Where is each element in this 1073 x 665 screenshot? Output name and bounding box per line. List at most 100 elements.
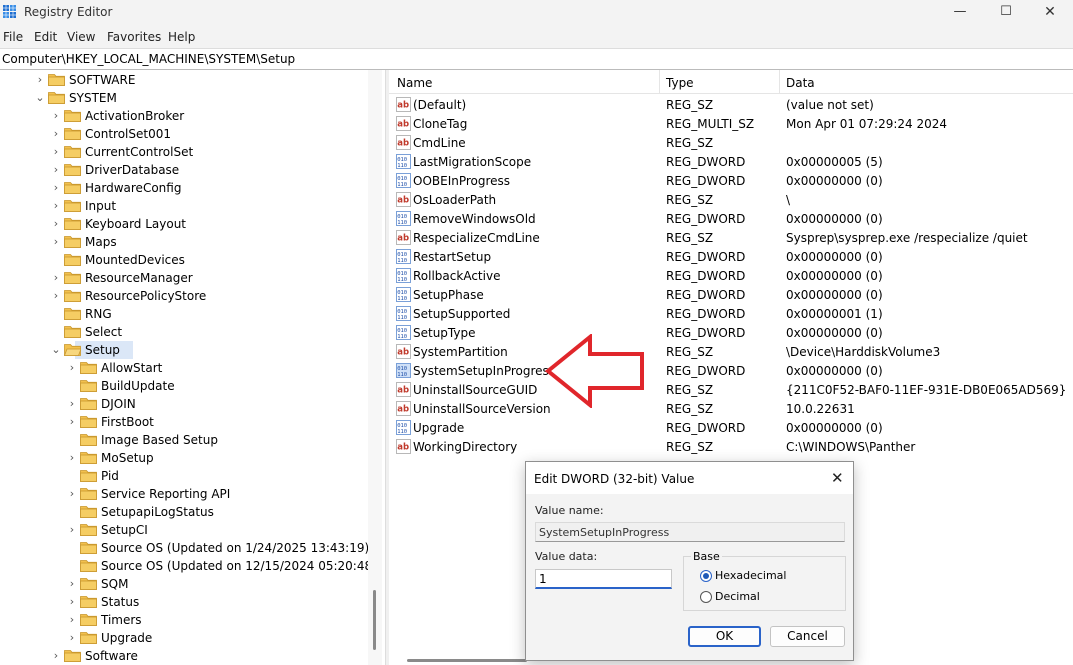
value-row[interactable]: 010 110 SetupType REG_DWORD 0x00000000 (0): [389, 323, 1073, 342]
tree-item[interactable]: › DriverDatabase: [0, 161, 365, 179]
cancel-button[interactable]: Cancel: [770, 626, 845, 647]
chevron-right-icon[interactable]: ›: [50, 199, 62, 213]
tree-item[interactable]: Select: [0, 323, 365, 341]
chevron-right-icon[interactable]: ›: [50, 649, 62, 663]
tree-item[interactable]: Image Based Setup: [0, 431, 365, 449]
tree-item[interactable]: › SQM: [0, 575, 365, 593]
menu-edit[interactable]: Edit: [34, 30, 57, 44]
value-row[interactable]: 010 110 SetupPhase REG_DWORD 0x00000000 (0): [389, 285, 1073, 304]
value-row[interactable]: ab CmdLine REG_SZ: [389, 133, 1073, 152]
column-header-data[interactable]: Data: [786, 76, 815, 90]
menu-file[interactable]: File: [3, 30, 23, 44]
chevron-right-icon[interactable]: ›: [66, 595, 78, 609]
tree-item[interactable]: BuildUpdate: [0, 377, 365, 395]
chevron-right-icon[interactable]: ›: [66, 397, 78, 411]
chevron-down-icon[interactable]: ⌄: [50, 343, 62, 357]
tree-item[interactable]: › Software: [0, 647, 365, 665]
tree-item[interactable]: Source OS (Updated on 1/24/2025 13:43:19…: [0, 539, 369, 557]
value-row[interactable]: ab SystemPartition REG_SZ \Device\HarddiskV…: [389, 342, 1073, 361]
value-row[interactable]: 010 110 RestartSetup REG_DWORD 0x00000000 (0…: [389, 247, 1073, 266]
tree-item[interactable]: › Maps: [0, 233, 365, 251]
value-row[interactable]: 010 110 LastMigrationScope REG_DWORD 0x00000…: [389, 152, 1073, 171]
ok-button[interactable]: OK: [688, 626, 761, 647]
tree-item[interactable]: SetupapiLogStatus: [0, 503, 365, 521]
chevron-right-icon[interactable]: ›: [66, 415, 78, 429]
chevron-down-icon[interactable]: ⌄: [34, 91, 46, 105]
chevron-right-icon[interactable]: [50, 253, 62, 267]
minimize-button[interactable]: —: [937, 0, 983, 26]
chevron-right-icon[interactable]: ›: [66, 577, 78, 591]
menu-help[interactable]: Help: [168, 30, 195, 44]
tree-scrollbar[interactable]: [368, 70, 382, 665]
maximize-button[interactable]: ☐: [983, 0, 1029, 26]
chevron-right-icon[interactable]: ›: [50, 127, 62, 141]
tree-item[interactable]: › ControlSet001: [0, 125, 365, 143]
tree-item[interactable]: RNG: [0, 305, 365, 323]
column-divider[interactable]: [779, 70, 780, 94]
chevron-right-icon[interactable]: ›: [50, 271, 62, 285]
chevron-right-icon[interactable]: [66, 541, 78, 555]
value-row[interactable]: ab WorkingDirectory REG_SZ C:\WINDOWS\Panth…: [389, 437, 1073, 456]
chevron-right-icon[interactable]: [50, 325, 62, 339]
value-row[interactable]: ab OsLoaderPath REG_SZ \: [389, 190, 1073, 209]
decimal-radio[interactable]: [700, 591, 712, 603]
value-row[interactable]: 010 110 SetupSupported REG_DWORD 0x00000001 …: [389, 304, 1073, 323]
column-header-name[interactable]: Name: [397, 76, 432, 90]
chevron-right-icon[interactable]: ›: [50, 109, 62, 123]
tree-item[interactable]: › MoSetup: [0, 449, 365, 467]
chevron-right-icon[interactable]: ›: [50, 235, 62, 249]
value-row[interactable]: ab (Default) REG_SZ (value not set): [389, 95, 1073, 114]
chevron-right-icon[interactable]: [66, 379, 78, 393]
tree-scrollbar-thumb[interactable]: [373, 590, 376, 650]
tree-item[interactable]: › HardwareConfig: [0, 179, 365, 197]
tree-item[interactable]: › FirstBoot: [0, 413, 365, 431]
tree-item[interactable]: › Status: [0, 593, 365, 611]
column-header-type[interactable]: Type: [666, 76, 694, 90]
value-row[interactable]: 010 110 Upgrade REG_DWORD 0x00000000 (0): [389, 418, 1073, 437]
tree-item[interactable]: › ResourcePolicyStore: [0, 287, 365, 305]
chevron-right-icon[interactable]: [66, 505, 78, 519]
tree-item[interactable]: › ResourceManager: [0, 269, 365, 287]
value-row[interactable]: 010 110 SystemSetupInProgress REG_DWORD 0x00…: [389, 361, 1073, 380]
chevron-right-icon[interactable]: ›: [66, 523, 78, 537]
tree-item[interactable]: Pid: [0, 467, 365, 485]
chevron-right-icon[interactable]: ›: [66, 613, 78, 627]
chevron-right-icon[interactable]: [50, 307, 62, 321]
tree-item[interactable]: › SOFTWARE: [0, 71, 365, 89]
value-data-input[interactable]: [535, 569, 672, 589]
chevron-right-icon[interactable]: ›: [50, 181, 62, 195]
tree-item[interactable]: › AllowStart: [0, 359, 365, 377]
value-row[interactable]: 010 110 OOBEInProgress REG_DWORD 0x00000000 …: [389, 171, 1073, 190]
value-row[interactable]: 010 110 RollbackActive REG_DWORD 0x00000000 …: [389, 266, 1073, 285]
registry-tree[interactable]: › SOFTWARE ⌄ SYSTEM › ActivationBroker › Contro…: [0, 70, 385, 665]
value-row[interactable]: 010 110 RemoveWindowsOld REG_DWORD 0x0000000…: [389, 209, 1073, 228]
chevron-right-icon[interactable]: ›: [66, 631, 78, 645]
decimal-label[interactable]: Decimal: [715, 590, 760, 603]
address-bar[interactable]: Computer\HKEY_LOCAL_MACHINE\SYSTEM\Setup: [0, 48, 1073, 70]
chevron-right-icon[interactable]: ›: [50, 145, 62, 159]
chevron-right-icon[interactable]: ›: [50, 289, 62, 303]
tree-item[interactable]: › ActivationBroker: [0, 107, 365, 125]
chevron-right-icon[interactable]: ›: [50, 217, 62, 231]
tree-item[interactable]: ⌄ Setup: [0, 341, 365, 359]
tree-item[interactable]: Source OS (Updated on 12/15/2024 05:20:4…: [0, 557, 377, 575]
tree-item[interactable]: › SetupCI: [0, 521, 365, 539]
dialog-close-button[interactable]: ✕: [831, 469, 844, 487]
chevron-right-icon[interactable]: [66, 433, 78, 447]
hexadecimal-radio[interactable]: [700, 570, 712, 582]
chevron-right-icon[interactable]: ›: [34, 73, 46, 87]
chevron-right-icon[interactable]: [66, 559, 78, 573]
value-row[interactable]: ab UninstallSourceGUID REG_SZ {211C0F52-BAF…: [389, 380, 1073, 399]
column-divider[interactable]: [659, 70, 660, 94]
value-row[interactable]: ab RespecializeCmdLine REG_SZ Sysprep\syspr…: [389, 228, 1073, 247]
menu-favorites[interactable]: Favorites: [107, 30, 161, 44]
chevron-right-icon[interactable]: ›: [66, 451, 78, 465]
chevron-right-icon[interactable]: ›: [50, 163, 62, 177]
value-row[interactable]: ab CloneTag REG_MULTI_SZ Mon Apr 01 07:29:2…: [389, 114, 1073, 133]
tree-item[interactable]: › DJOIN: [0, 395, 365, 413]
chevron-right-icon[interactable]: ›: [66, 487, 78, 501]
tree-item[interactable]: MountedDevices: [0, 251, 365, 269]
tree-item[interactable]: › Keyboard Layout: [0, 215, 365, 233]
tree-item[interactable]: › Service Reporting API: [0, 485, 365, 503]
tree-item[interactable]: ⌄ SYSTEM: [0, 89, 365, 107]
